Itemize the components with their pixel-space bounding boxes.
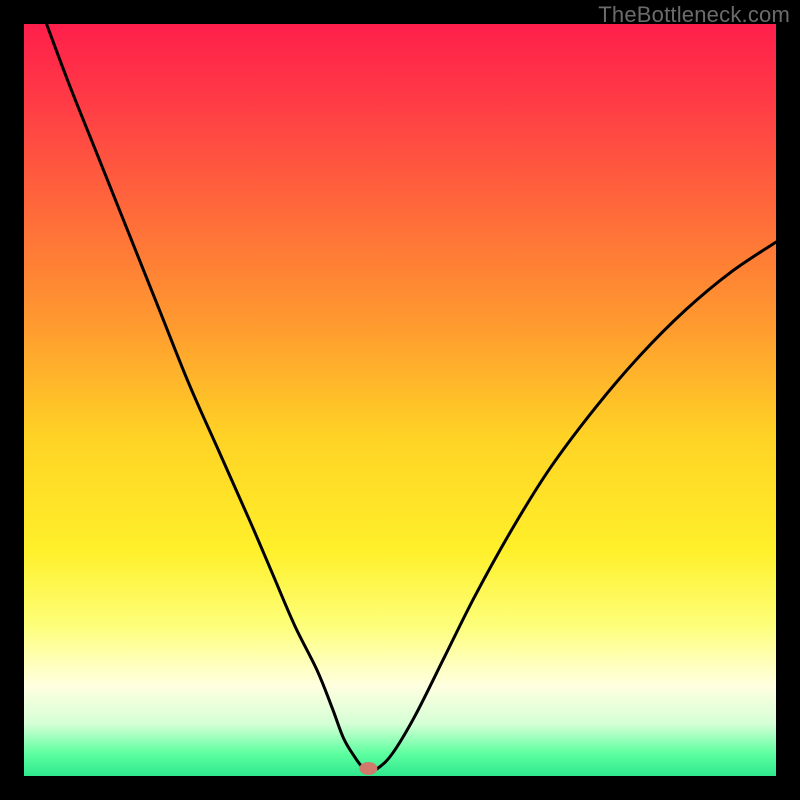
- gradient-background: [24, 24, 776, 776]
- watermark-text: TheBottleneck.com: [598, 2, 790, 28]
- chart-frame: TheBottleneck.com: [0, 0, 800, 800]
- marker-dot: [359, 762, 377, 775]
- chart-svg: [24, 24, 776, 776]
- chart-plot-area: [24, 24, 776, 776]
